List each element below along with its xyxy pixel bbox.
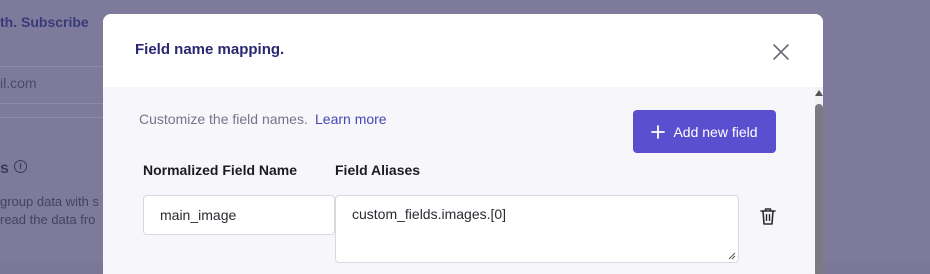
field-aliases-textarea[interactable]: custom_fields.images.[0] xyxy=(335,195,739,263)
section-description-line: read the data fro xyxy=(0,212,96,227)
section-description-line: group data with s xyxy=(0,194,100,209)
dialog-title: Field name mapping. xyxy=(135,41,285,58)
resize-handle-icon[interactable] xyxy=(728,252,736,260)
normalized-field-name-header: Normalized Field Name xyxy=(143,162,298,178)
subscribe-link[interactable]: Subscribe xyxy=(21,14,89,30)
close-icon[interactable] xyxy=(772,43,790,61)
field-aliases-value: custom_fields.images.[0] xyxy=(352,206,507,222)
section-heading-fragment: s xyxy=(0,160,9,177)
dialog-header: Field name mapping. xyxy=(103,14,823,87)
learn-more-link[interactable]: Learn more xyxy=(315,111,387,127)
field-mapping-dialog: Field name mapping. Customize the field … xyxy=(103,14,823,274)
info-icon[interactable]: i xyxy=(14,160,27,173)
subscribe-text: th. Subscribe xyxy=(0,14,89,30)
subscribe-prefix: th. xyxy=(0,14,18,30)
add-new-field-label: Add new field xyxy=(673,123,758,140)
dialog-scrollbar[interactable] xyxy=(815,87,823,274)
trash-icon[interactable] xyxy=(760,207,776,225)
email-field-value: il.com xyxy=(0,75,37,91)
scrollbar-thumb[interactable] xyxy=(815,104,823,274)
plus-icon xyxy=(651,124,666,139)
dialog-body: Customize the field names. Learn more Ad… xyxy=(103,87,815,274)
section-divider xyxy=(0,117,110,118)
scroll-up-arrow-icon[interactable] xyxy=(815,90,823,96)
add-new-field-button[interactable]: Add new field xyxy=(633,110,776,153)
normalized-field-input[interactable]: main_image xyxy=(143,195,335,235)
field-aliases-header: Field Aliases xyxy=(335,162,421,178)
dialog-description: Customize the field names. xyxy=(139,111,308,127)
